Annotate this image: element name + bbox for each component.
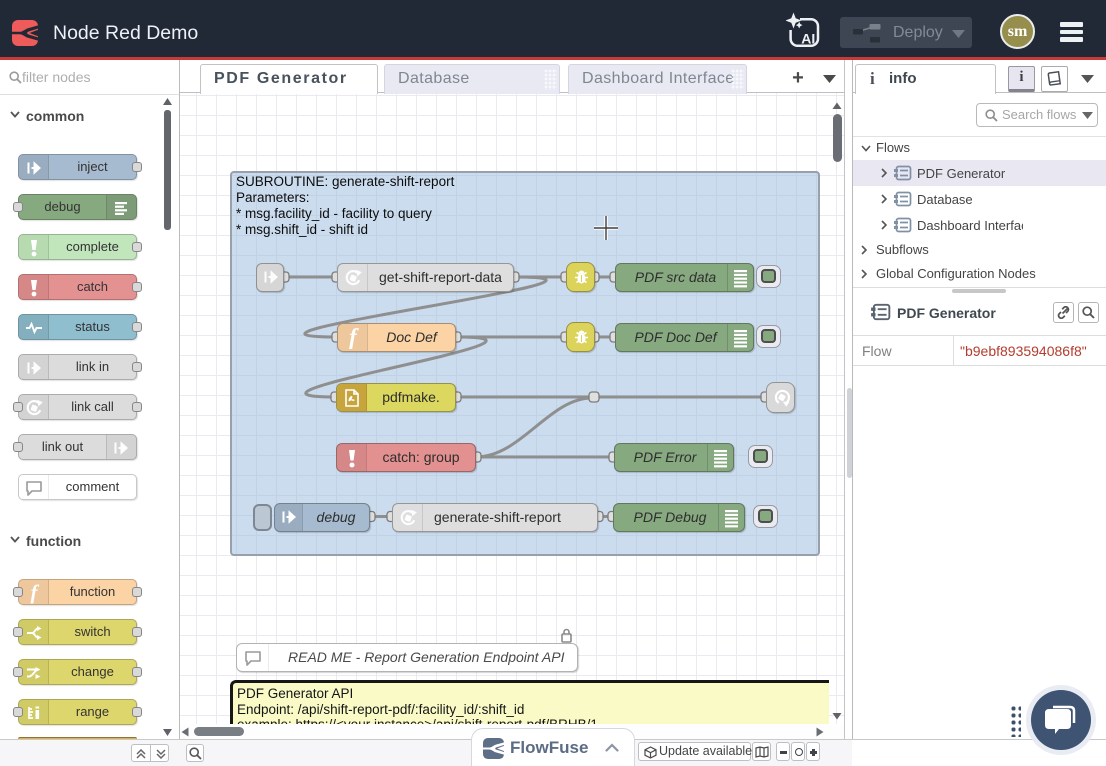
svg-text:AI: AI [801, 31, 815, 47]
